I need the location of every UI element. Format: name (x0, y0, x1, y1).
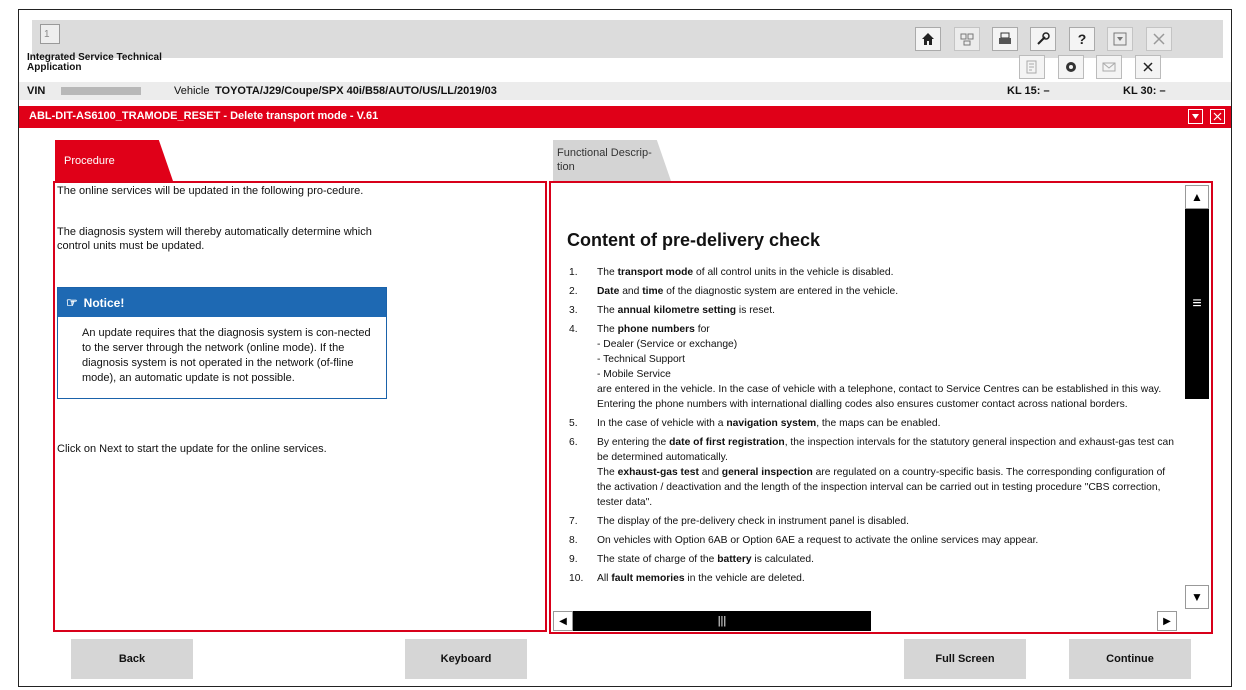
keyboard-button[interactable]: Keyboard (405, 639, 527, 679)
check-item-number: 2. (569, 286, 578, 297)
session-tab[interactable]: 1 (40, 24, 60, 44)
check-item-text: The annual kilometre setting is reset. (597, 305, 775, 316)
check-item: 8. On vehicles with Option 6AB or Option … (555, 533, 1175, 548)
tab-functional-description[interactable]: Functional Descrip-tion (553, 140, 671, 181)
help-icon[interactable]: ? (1069, 27, 1095, 51)
functional-description-panel: Content of pre-delivery check 1. The tran… (549, 181, 1213, 634)
wrench-icon[interactable] (1030, 27, 1056, 51)
app-title-line2: Application (27, 62, 82, 73)
check-item-text: The phone numbers for - Dealer (Service o… (597, 324, 1162, 410)
device-icon[interactable] (954, 27, 980, 51)
check-item-number: 9. (569, 554, 578, 565)
check-item-number: 6. (569, 437, 578, 448)
close-icon[interactable] (1146, 27, 1172, 51)
check-item-number: 7. (569, 516, 578, 527)
check-item-text: On vehicles with Option 6AB or Option 6A… (597, 535, 1039, 546)
check-item: 6. By entering the date of first registra… (555, 435, 1175, 510)
procedure-detail-text: The diagnosis system will thereby automa… (57, 226, 372, 252)
check-item-number: 1. (569, 267, 578, 278)
minimize-icon[interactable] (1188, 109, 1203, 124)
envelope-icon[interactable] (1096, 55, 1122, 79)
home-icon[interactable] (915, 27, 941, 51)
check-item: 4. The phone numbers for - Dealer (Service… (555, 322, 1175, 412)
full-screen-button[interactable]: Full Screen (904, 639, 1026, 679)
tab-procedure-label: Procedure (64, 155, 115, 167)
check-item: 1. The transport mode of all control unit… (555, 265, 1175, 280)
notice-header: ☞ Notice! (58, 288, 386, 317)
full-screen-button-label: Full Screen (935, 653, 995, 665)
notice-box: ☞ Notice! An update requires that the di… (57, 287, 387, 399)
check-item: 9. The state of charge of the battery is … (555, 552, 1175, 567)
pointing-hand-icon: ☞ (66, 294, 78, 310)
continue-button-label: Continue (1106, 653, 1154, 665)
check-items-list: 1. The transport mode of all control unit… (555, 265, 1175, 590)
check-item-number: 4. (569, 324, 578, 335)
procedure-panel: The online services will be updated in t… (53, 181, 547, 632)
download-icon[interactable] (1107, 27, 1133, 51)
check-item-text: In the case of vehicle with a navigation… (597, 418, 941, 429)
vehicle-value: TOYOTA/J29/Coupe/SPX 40i/B58/AUTO/US/LL/… (215, 85, 497, 97)
back-button-label: Back (118, 653, 146, 665)
check-item-text: All fault memories in the vehicle are de… (597, 573, 805, 584)
check-item-text: Date and time of the diagnostic system a… (597, 286, 899, 297)
app-window: 1 ? Integrated Service Technical Applica… (18, 9, 1232, 687)
tab-functional-label: Functional Descrip-tion (557, 147, 652, 173)
continue-button[interactable]: Continue (1069, 639, 1191, 679)
check-item-number: 5. (569, 418, 578, 429)
back-button[interactable]: Back (71, 639, 193, 679)
session-tab-number: 1 (44, 29, 50, 40)
vertical-scroll-thumb[interactable]: ≡ (1185, 209, 1209, 399)
procedure-instruction-text: Click on Next to start the update for th… (57, 443, 327, 455)
close-module-icon[interactable] (1135, 55, 1161, 79)
scroll-right-arrow-icon[interactable]: ▶ (1157, 611, 1177, 631)
kl30-status: KL 30: – (1123, 85, 1166, 97)
help-label: ? (1077, 31, 1087, 47)
vin-value-redacted (61, 87, 141, 95)
scroll-left-arrow-icon[interactable]: ◀ (553, 611, 573, 631)
check-item-number: 3. (569, 305, 578, 316)
close-panel-icon[interactable] (1210, 109, 1225, 124)
check-item-text: The state of charge of the battery is ca… (597, 554, 814, 565)
notice-title: Notice! (83, 295, 125, 310)
check-item: 7. The display of the pre-delivery check … (555, 514, 1175, 529)
check-item: 2. Date and time of the diagnostic system… (555, 284, 1175, 299)
module-title: ABL-DIT-AS6100_TRAMODE_RESET - Delete tr… (29, 110, 379, 122)
check-item-text: The display of the pre-delivery check in… (597, 516, 909, 527)
vertical-scrollbar[interactable]: ▲ ≡ ▼ (1185, 185, 1209, 609)
settings-gear-icon[interactable] (1058, 55, 1084, 79)
document-icon[interactable] (1019, 55, 1045, 79)
check-item-number: 10. (569, 573, 584, 584)
scroll-up-arrow-icon[interactable]: ▲ (1185, 185, 1209, 209)
check-item-number: 8. (569, 535, 578, 546)
keyboard-button-label: Keyboard (440, 653, 492, 665)
check-item-text: The transport mode of all control units … (597, 267, 894, 278)
notice-body: An update requires that the diagnosis sy… (82, 327, 371, 384)
check-item: 10. All fault memories in the vehicle are… (555, 571, 1175, 586)
vehicle-info-row: VIN Vehicle TOYOTA/J29/Coupe/SPX 40i/B58… (19, 82, 1231, 100)
app-title: Integrated Service Technical Application (27, 53, 162, 73)
printer-icon[interactable] (992, 27, 1018, 51)
horizontal-scroll-thumb[interactable]: ||| (573, 611, 871, 631)
check-item-text: By entering the date of first registrati… (597, 437, 1174, 508)
procedure-intro-text: The online services will be updated in t… (57, 185, 364, 197)
top-toolbar: 1 ? (32, 20, 1223, 58)
vehicle-label: Vehicle (174, 85, 210, 97)
content-heading: Content of pre-delivery check (567, 230, 821, 250)
tab-procedure[interactable]: Procedure (55, 140, 173, 181)
module-title-bar: ABL-DIT-AS6100_TRAMODE_RESET - Delete tr… (19, 106, 1231, 128)
horizontal-scrollbar[interactable]: ◀ ||| ▶ (553, 611, 1179, 631)
scroll-down-arrow-icon[interactable]: ▼ (1185, 585, 1209, 609)
kl15-status: KL 15: – (1007, 85, 1050, 97)
check-item: 3. The annual kilometre setting is reset. (555, 303, 1175, 318)
check-item: 5. In the case of vehicle with a navigati… (555, 416, 1175, 431)
description-content: Content of pre-delivery check 1. The tran… (553, 185, 1179, 599)
vin-label: VIN (27, 85, 46, 97)
